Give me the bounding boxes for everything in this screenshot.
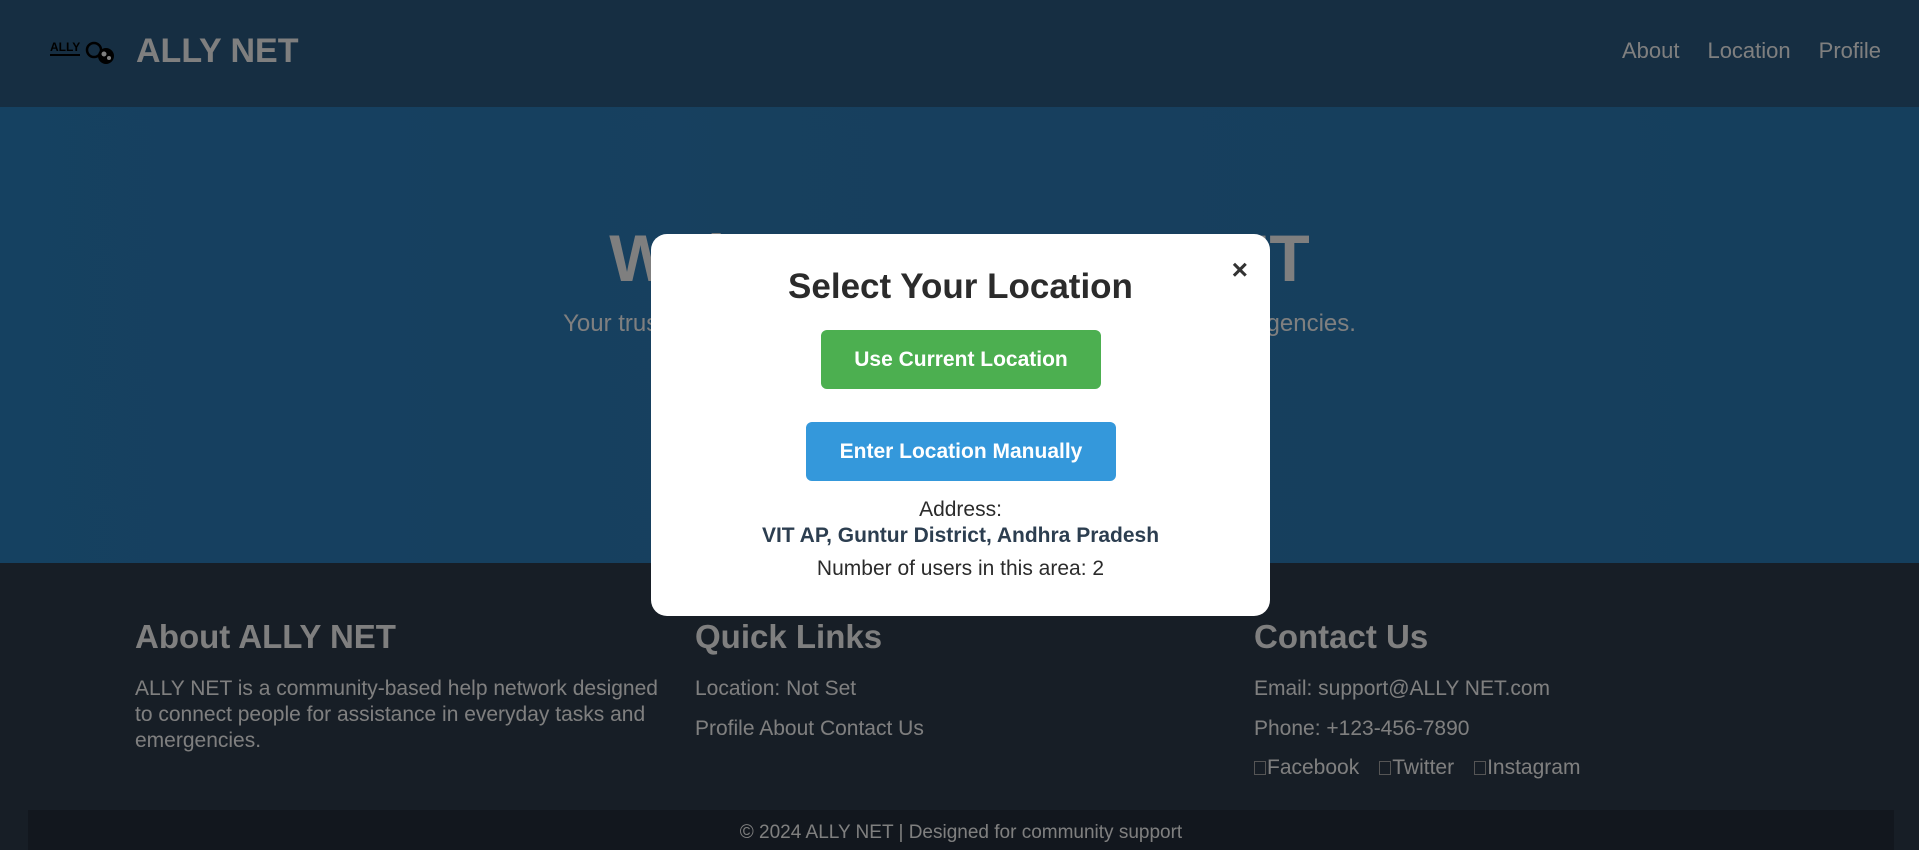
address-value: VIT AP, Guntur District, Andhra Pradesh bbox=[761, 524, 1160, 547]
users-count-text: Number of users in this area: 2 bbox=[816, 557, 1105, 580]
modal-title: Select Your Location bbox=[788, 267, 1133, 306]
use-current-location-button[interactable]: Use Current Location bbox=[821, 330, 1101, 389]
enter-location-manually-button[interactable]: Enter Location Manually bbox=[806, 422, 1116, 481]
address-label: Address: bbox=[919, 498, 1002, 521]
location-modal: × Select Your Location Use Current Locat… bbox=[651, 234, 1270, 616]
